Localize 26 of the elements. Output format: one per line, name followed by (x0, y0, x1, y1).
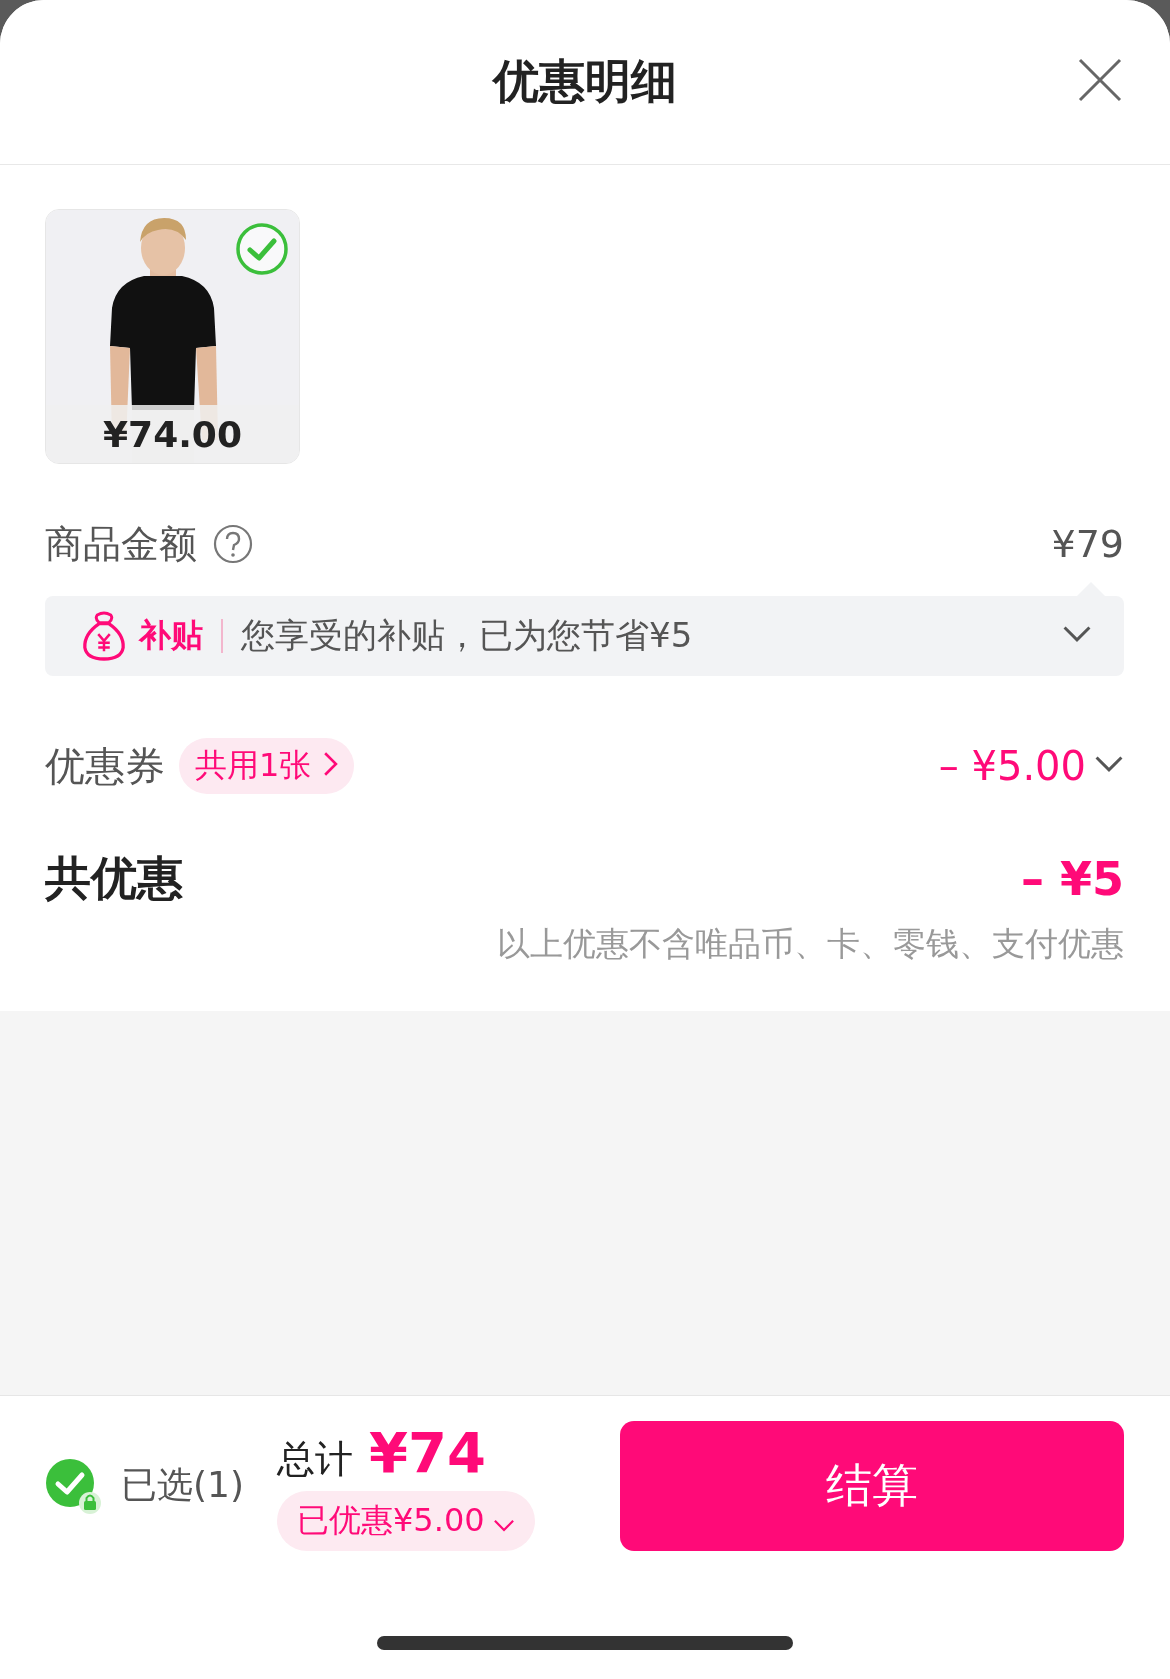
coupon-label: 优惠券 (45, 741, 165, 791)
checkout-button[interactable]: 结算 (620, 1420, 1124, 1551)
chevron-down-icon (492, 1519, 515, 1532)
chevron-right-icon (323, 751, 339, 777)
product-price: ¥74.00 (103, 413, 242, 455)
coupon-count-button[interactable]: 共用1张 (179, 738, 355, 794)
goods-amount-label: 商品金额 (45, 520, 197, 568)
discount-note: 以上优惠不含唯品币、卡、零钱、支付优惠 (497, 924, 1124, 963)
subsidy-banner[interactable]: 补贴 您享受的补贴，已为您节省¥5 (45, 596, 1124, 676)
discount-summary-button[interactable]: 已优惠¥5.00 (277, 1491, 535, 1551)
check-circle-icon[interactable] (235, 222, 289, 276)
close-button[interactable] (1076, 56, 1124, 104)
total-label: 总计 (277, 1436, 353, 1483)
money-bag-icon (81, 611, 127, 661)
goods-amount-value: ¥79 (1051, 522, 1124, 566)
check-circle-icon[interactable] (45, 1457, 101, 1514)
selected-count: 已选(1) (121, 1463, 244, 1507)
subsidy-text: 您享受的补贴，已为您节省¥5 (241, 614, 694, 657)
total-discount-label: 共优惠 (45, 850, 183, 907)
subsidy-tag: 补贴 (139, 614, 203, 658)
sheet-title: 优惠明细 (493, 53, 677, 110)
total-price: ¥74 (369, 1420, 486, 1485)
chevron-down-icon (1094, 755, 1124, 773)
total-discount-value: – ¥5 (1020, 852, 1124, 906)
help-icon[interactable] (213, 524, 253, 564)
coupon-value: – ¥5.00 (938, 743, 1086, 789)
